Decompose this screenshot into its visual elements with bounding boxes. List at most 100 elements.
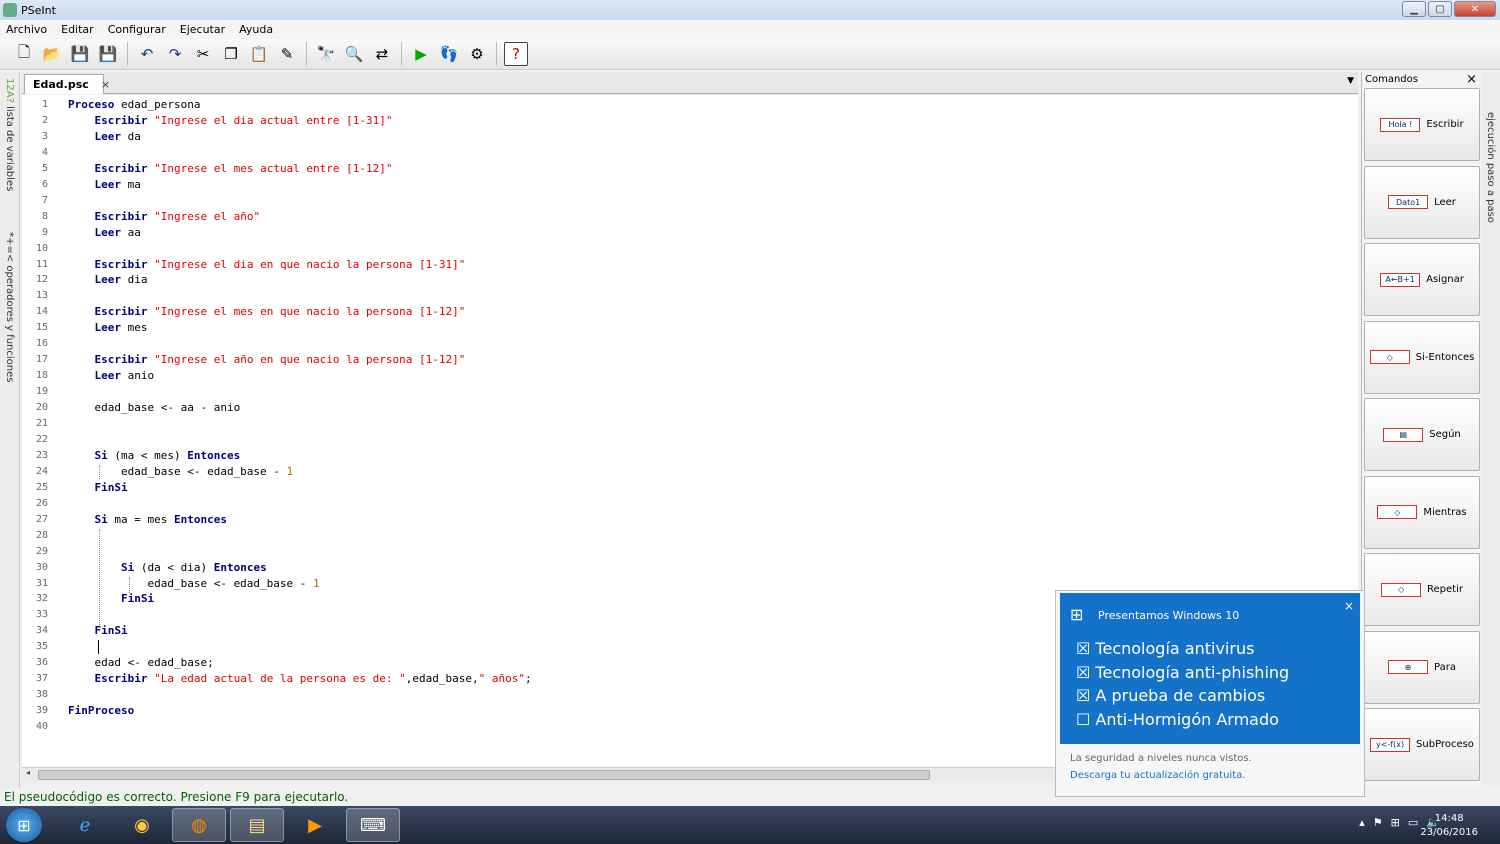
code-line[interactable]: 28 <box>22 528 1358 544</box>
step-by-step-tab[interactable]: ejecución paso a paso <box>1485 112 1496 223</box>
pseint-icon[interactable]: ⌨ <box>346 808 400 842</box>
command-repetir[interactable]: ◇ Repetir <box>1364 553 1480 626</box>
minimize-button[interactable]: ▁ <box>1402 1 1426 17</box>
notification-close-icon[interactable]: × <box>1344 599 1354 613</box>
menu-archivo[interactable]: Archivo <box>4 23 49 36</box>
scroll-thumb[interactable] <box>38 770 930 780</box>
code-line[interactable]: 10 <box>22 241 1358 257</box>
tab-close-icon[interactable]: × <box>101 78 110 91</box>
explorer-icon[interactable]: ▤ <box>230 808 284 842</box>
code-line[interactable]: 7 <box>22 193 1358 209</box>
copy-icon[interactable]: ❐ <box>219 42 243 66</box>
text-caret <box>98 640 99 654</box>
code-line[interactable]: 1 Proceso edad_persona <box>22 97 1358 113</box>
code-line[interactable]: 19 <box>22 384 1358 400</box>
code-line[interactable]: 15 Leer mes <box>22 320 1358 336</box>
line-number: 10 <box>35 242 48 254</box>
find-next-icon[interactable]: 🔍 <box>342 42 366 66</box>
redo-icon[interactable]: ↷ <box>163 42 187 66</box>
menu-configurar[interactable]: Configurar <box>106 23 168 36</box>
code-line[interactable]: 24 edad_base <- edad_base - 1 <box>22 464 1358 480</box>
command-seg-n[interactable]: ▤ Según <box>1364 398 1480 471</box>
save-icon[interactable]: 💾 <box>68 42 92 66</box>
command-asignar[interactable]: A←B+1 Asignar <box>1364 243 1480 316</box>
code-line[interactable]: 11 Escribir "Ingrese el dia en que nacio… <box>22 257 1358 273</box>
replace-icon[interactable]: ⇄ <box>370 42 394 66</box>
code-text: Leer mes <box>94 321 148 335</box>
edit-icon[interactable]: ✎ <box>275 42 299 66</box>
network-icon[interactable]: ▭ <box>1408 816 1418 829</box>
command-subproceso[interactable]: y<-f(x) SubProceso <box>1364 708 1480 781</box>
code-line[interactable]: 21 <box>22 416 1358 432</box>
tab-dropdown-icon[interactable]: ▼ <box>1347 76 1354 86</box>
code-line[interactable]: 4 <box>22 145 1358 161</box>
code-line[interactable]: 29 <box>22 544 1358 560</box>
cut-icon[interactable]: ✂ <box>191 42 215 66</box>
code-text: edad_base <- edad_base - 1 <box>68 464 294 478</box>
scroll-left-icon[interactable]: ◂ <box>26 768 30 777</box>
close-button[interactable]: ✕ <box>1454 1 1496 17</box>
notification-download-link[interactable]: Descarga tu actualización gratuita. <box>1070 770 1245 781</box>
code-line[interactable]: 18 Leer anio <box>22 368 1358 384</box>
command-escribir[interactable]: Hola ! Escribir <box>1364 88 1480 161</box>
code-line[interactable]: 12 Leer dia <box>22 272 1358 288</box>
menu-editar[interactable]: Editar <box>59 23 96 36</box>
ie-icon[interactable]: ℯ <box>58 808 112 842</box>
menu-ejecutar[interactable]: Ejecutar <box>178 23 227 36</box>
code-line[interactable]: 14 Escribir "Ingrese el mes en que nacio… <box>22 304 1358 320</box>
notification-item: ☒ Tecnología anti-phishing <box>1076 663 1290 682</box>
commands-close-icon[interactable]: × <box>1466 72 1477 87</box>
code-line[interactable]: 8 Escribir "Ingrese el año" <box>22 209 1358 225</box>
variables-list-tab[interactable]: 12A? lista de variables <box>4 78 15 191</box>
help-icon[interactable]: ? <box>504 42 528 66</box>
command-leer[interactable]: Dato1 Leer <box>1364 165 1480 239</box>
windows10-notification[interactable]: ⊞ Presentamos Windows 10 × ☒ Tecnología … <box>1055 590 1365 797</box>
paste-icon[interactable]: 📋 <box>247 42 271 66</box>
menu-ayuda[interactable]: Ayuda <box>237 23 275 36</box>
open-folder-icon[interactable]: 📂 <box>40 42 64 66</box>
operators-tab[interactable]: *+=< operadores y funciones <box>4 232 15 382</box>
code-line[interactable]: 16 <box>22 336 1358 352</box>
debug-icon[interactable]: ⚙ <box>465 42 489 66</box>
command-mientras[interactable]: ◇ Mientras <box>1364 475 1480 549</box>
flag-icon[interactable]: ⚑ <box>1373 816 1383 829</box>
code-line[interactable]: 26 <box>22 496 1358 512</box>
code-line[interactable]: 5 Escribir "Ingrese el mes actual entre … <box>22 161 1358 177</box>
code-line[interactable]: 22 <box>22 432 1358 448</box>
code-line[interactable]: 25 FinSi <box>22 480 1358 496</box>
code-line[interactable]: 23 Si (ma < mes) Entonces <box>22 448 1358 464</box>
find-icon[interactable]: 🔭 <box>314 42 338 66</box>
code-line[interactable]: 3 Leer da <box>22 129 1358 145</box>
line-number: 38 <box>35 689 48 701</box>
command-si-entonces[interactable]: ◇ Si-Entonces <box>1364 320 1480 394</box>
code-line[interactable]: 9 Leer aa <box>22 225 1358 241</box>
command-para[interactable]: ⊕ Para <box>1364 630 1480 704</box>
code-line[interactable]: 20 edad_base <- aa - anio <box>22 400 1358 416</box>
maximize-button[interactable]: ▢ <box>1428 1 1452 17</box>
code-line[interactable]: 17 Escribir "Ingrese el año en que nacio… <box>22 352 1358 368</box>
code-line[interactable]: 30 Si (da < dia) Entonces <box>22 560 1358 576</box>
code-line[interactable]: 27 Si ma = mes Entonces <box>22 512 1358 528</box>
code-line[interactable]: 13 <box>22 288 1358 304</box>
tab-edad-psc[interactable]: Edad.psc × <box>24 74 110 94</box>
windows-tray-icon[interactable]: ⊞ <box>1391 816 1400 829</box>
run-icon[interactable]: ▶ <box>409 42 433 66</box>
code-line[interactable]: 6 Leer ma <box>22 177 1358 193</box>
undo-icon[interactable]: ↶ <box>135 42 159 66</box>
start-button[interactable]: ⊞ <box>6 808 42 842</box>
save-as-icon[interactable]: 💾 <box>96 42 120 66</box>
media-player-icon[interactable]: ▶ <box>288 808 342 842</box>
code-text: Si (ma < mes) Entonces <box>94 448 241 462</box>
step-icon[interactable]: 👣 <box>437 42 461 66</box>
code-text: FinProceso <box>68 704 135 718</box>
chrome-icon[interactable]: ◉ <box>115 808 169 842</box>
firefox-icon[interactable]: ◍ <box>172 808 226 842</box>
code-line[interactable]: 2 Escribir "Ingrese el dia actual entre … <box>22 113 1358 129</box>
line-number: 36 <box>35 657 48 669</box>
code-text: edad <- edad_base; <box>68 656 214 670</box>
new-file-icon[interactable]: 🗋 <box>12 42 36 66</box>
command-label: Leer <box>1434 196 1456 208</box>
tray-arrow-icon[interactable]: ▴ <box>1359 816 1365 829</box>
line-number: 17 <box>35 354 48 366</box>
clock[interactable]: 14:48 23/06/2016 <box>1420 812 1478 840</box>
